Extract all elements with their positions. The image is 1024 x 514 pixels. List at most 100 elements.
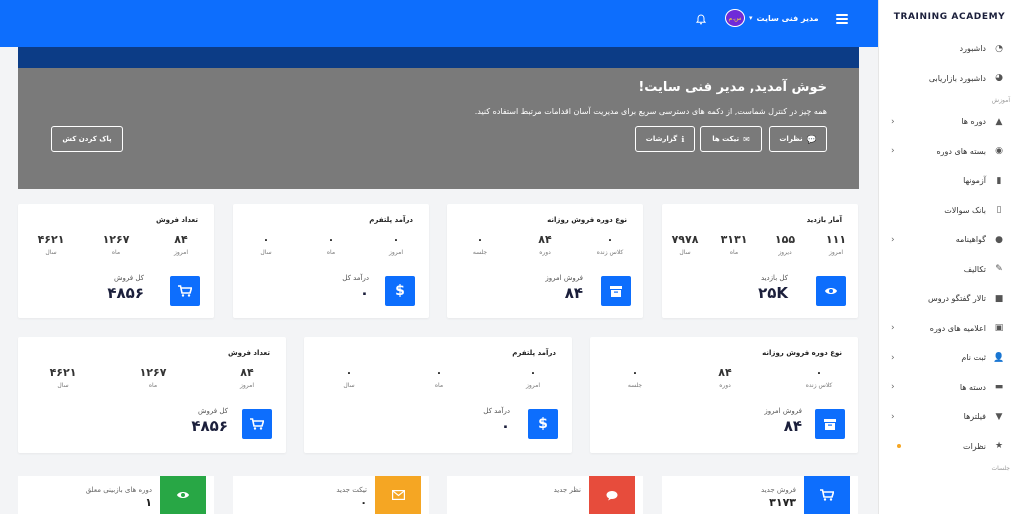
reports-button[interactable]: ℹ گزارشات [635,126,695,152]
card-total: کل فروش ۴۸۵۶ [107,274,144,302]
package-icon: ◉ [995,146,1003,157]
stat-item: ۱۵۵ دیروز [774,233,796,256]
card-title: درآمد پلتفرم [369,216,413,224]
top-navbar: مدیر فنی سایت ▾ س.م [0,0,878,47]
dollar-icon: $ [385,276,415,306]
notification-dot [897,444,901,449]
archive-icon [815,409,845,439]
sidebar-item-announcements[interactable]: ▣ اعلامیه های دوره ‹ [879,314,1024,344]
stat-item: ۷۹۷۸ سال [671,233,699,256]
clear-cache-label: پاک کردن کش [62,135,112,143]
sidebar-item-enrollment[interactable]: 👤 ثبت نام ‹ [879,343,1024,373]
sidebar: TRAINING ACADEMY ◔ داشبورد ◕ داشبورد باز… [878,0,1024,514]
folder-icon: ▬ [994,382,1004,393]
stat-card: تعداد فروش ۸۴ امروز ۱۲۶۷ ماه ۴۶۲۱ سال کل فر… [18,337,286,453]
sidebar-item-label: داشبورد [959,44,986,54]
sidebar-item-reviews[interactable]: ★ نظرات [879,432,1024,462]
header-strip [18,47,859,68]
brand-logo: TRAINING ACADEMY [893,12,1006,22]
stat-item: ۰ جلسه [472,233,488,256]
dashboard-icon: ◔ [995,43,1003,54]
sidebar-section-education: آموزش [991,96,1010,104]
sidebar-item-label: گواهینامه [955,235,986,245]
stat-item: ۱۱۱ امروز [825,233,847,256]
sidebar-item-quizzes[interactable]: ▮ آزمونها [879,166,1024,196]
sidebar-item-forum[interactable]: ■ تالار گفتگو دروس [879,284,1024,314]
sidebar-item-question-bank[interactable]: ▯ بانک سوالات [879,196,1024,226]
clipboard-icon: ▣ [994,323,1004,334]
chevron-left-icon: ‹ [891,352,895,363]
summary-label: نظر جدید [553,486,581,494]
sidebar-item-label: فیلترها [963,412,986,422]
summary-card: تیکت جدید ۰ [233,476,429,514]
summary-label: تیکت جدید [336,486,367,494]
sidebar-item-courses[interactable]: ▲ دوره ها ‹ [879,107,1024,137]
sidebar-item-label: داشبورد بازاریابی [928,73,986,83]
sidebar-item-filters[interactable]: ▼ فیلترها ‹ [879,402,1024,432]
stat-item: ۰ سال [260,233,272,256]
chevron-left-icon: ‹ [891,323,895,334]
sidebar-item-label: دوره ها [961,117,986,127]
card-total: کل بازدید ۲۵K [758,274,788,302]
comments-button[interactable]: 💬 نظرات [769,126,827,152]
marketing-dashboard-icon: ◕ [995,73,1003,84]
summary-card: نظر جدید [447,476,643,514]
eye-icon [160,476,206,514]
reports-label: گزارشات [645,135,678,143]
comment-icon [589,476,635,514]
user-name: مدیر فنی سایت [756,13,819,23]
dollar-icon: $ [528,409,558,439]
stat-card: نوع دوره فروش روزانه ۰ کلاس زنده ۸۴ دوره ۰… [447,204,643,318]
summary-value: ۱ [145,496,152,509]
summary-value: ۰ [360,496,367,509]
stat-item: ۰ ماه [434,366,444,389]
certificate-icon: ● [995,234,1003,245]
question-bank-icon: ▯ [996,205,1002,216]
notification-bell-icon[interactable] [694,12,708,26]
comments-label: نظرات [779,135,803,143]
sidebar-item-course-bundles[interactable]: ◉ بسته های دوره ‹ [879,137,1024,167]
summary-card: دوره های بازبینی معلق ۱ [18,476,214,514]
user-plus-icon: 👤 [993,352,1005,363]
stat-card: درآمد پلتفرم ۰ امروز ۰ ماه ۰ سال درآمد کل ۰ … [304,337,572,453]
sidebar-item-assignments[interactable]: ✎ تکالیف [879,255,1024,285]
sidebar-item-dashboard[interactable]: ◔ داشبورد [879,34,1024,64]
sidebar-item-label: ثبت نام [961,353,986,363]
sidebar-item-certificates[interactable]: ● گواهینامه ‹ [879,225,1024,255]
stat-card: نوع دوره فروش روزانه ۰ کلاس زنده ۸۴ دوره ۰… [590,337,858,453]
filter-icon: ▼ [995,411,1003,422]
card-title: نوع دوره فروش روزانه [762,349,842,357]
tickets-button[interactable]: ✉ تیکت ها [700,126,762,152]
user-menu[interactable]: مدیر فنی سایت ▾ س.م [725,9,819,27]
card-total: درآمد کل ۰ [342,274,369,302]
sidebar-item-label: آزمونها [963,176,986,186]
star-icon: ★ [994,441,1004,452]
sidebar-item-label: تالار گفتگو دروس [927,294,986,304]
summary-label: دوره های بازبینی معلق [85,486,152,494]
stat-item: ۸۴ امروز [174,233,188,256]
menu-toggle-icon[interactable] [836,14,848,24]
sidebar-item-marketing-dashboard[interactable]: ◕ داشبورد بازاریابی [879,64,1024,94]
envelope-icon [375,476,421,514]
sidebar-item-label: بسته های دوره [936,146,986,156]
stat-card: درآمد پلتفرم ۰ امروز ۰ ماه ۰ سال درآمد کل ۰ … [233,204,429,318]
graduation-cap-icon: ▲ [995,116,1003,127]
sidebar-section-sessions: جلسات [991,464,1010,472]
welcome-subtitle: همه چیز در کنترل شماست, از دکمه های دستر… [474,107,827,116]
clear-cache-button[interactable]: پاک کردن کش [51,126,123,152]
sidebar-item-categories[interactable]: ▬ دسته ها ‹ [879,373,1024,403]
stat-item: ۱۲۶۷ ماه [139,366,167,389]
tickets-label: تیکت ها [712,135,740,143]
card-total: فروش امروز ۸۴ [545,274,583,302]
chevron-left-icon: ‹ [891,146,895,157]
archive-icon [601,276,631,306]
chevron-left-icon: ‹ [891,116,895,127]
stat-item: ۰ کلاس زنده [596,233,624,256]
card-total: فروش امروز ۸۴ [764,407,802,435]
sidebar-item-label: نظرات [963,441,986,451]
card-title: نوع دوره فروش روزانه [547,216,627,224]
welcome-panel: خوش آمدید, مدیر فنی سایت! همه چیز در کنت… [18,68,859,189]
file-icon: ▮ [996,175,1002,186]
cart-icon [804,476,850,514]
caret-down-icon: ▾ [749,14,753,22]
